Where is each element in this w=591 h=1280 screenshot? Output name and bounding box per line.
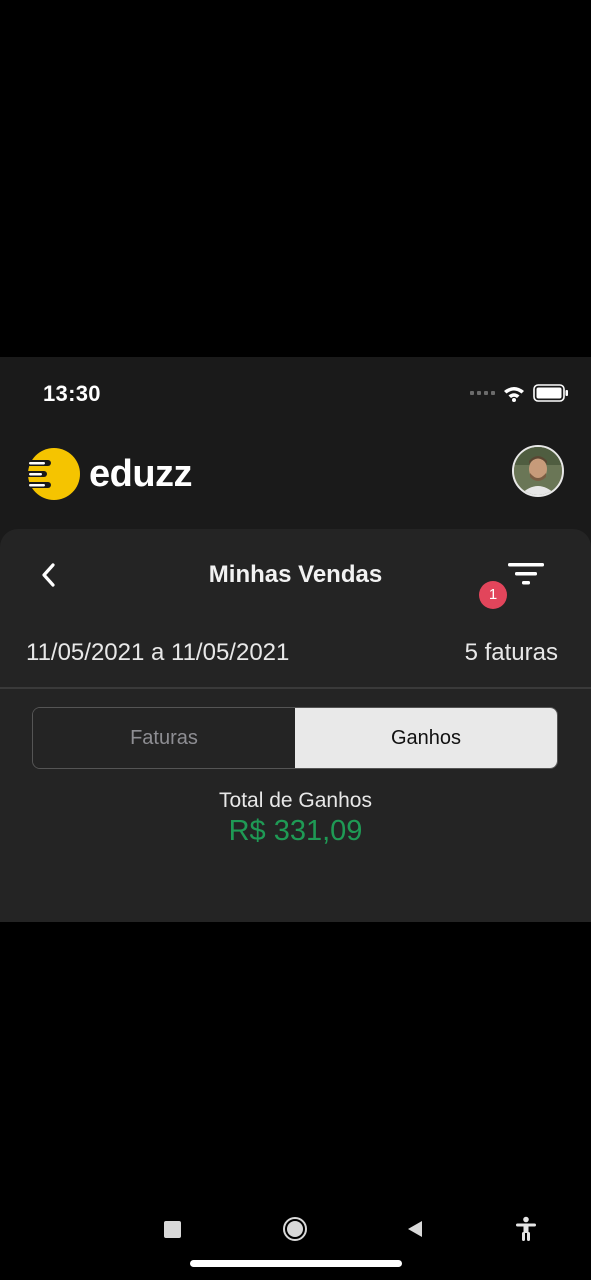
brand-logo[interactable]: eduzz bbox=[27, 447, 193, 501]
home-indicator[interactable] bbox=[190, 1260, 402, 1267]
sales-card: Minhas Vendas 1 11/05/2021 a 11/05/2021 … bbox=[0, 529, 591, 922]
tab-ganhos[interactable]: Ganhos bbox=[295, 708, 557, 768]
recent-apps-button[interactable] bbox=[164, 1221, 181, 1238]
back-nav-button[interactable] bbox=[405, 1219, 425, 1244]
date-range[interactable]: 11/05/2021 a 11/05/2021 bbox=[26, 639, 289, 667]
total-earnings-value: R$ 331,09 bbox=[228, 815, 363, 847]
home-icon bbox=[287, 1221, 303, 1237]
divider bbox=[0, 687, 591, 689]
tab-faturas[interactable]: Faturas bbox=[33, 708, 295, 768]
home-button[interactable] bbox=[283, 1217, 307, 1241]
filter-count-badge: 1 bbox=[479, 581, 507, 609]
segmented-control: Faturas Ganhos bbox=[32, 707, 558, 769]
status-time: 13:30 bbox=[43, 381, 101, 406]
filter-button[interactable] bbox=[504, 559, 548, 595]
wifi-icon bbox=[504, 386, 524, 402]
user-avatar-icon bbox=[514, 447, 562, 495]
avatar[interactable] bbox=[512, 445, 564, 497]
total-earnings-label: Total de Ganhos bbox=[219, 789, 372, 812]
status-icons bbox=[470, 383, 569, 403]
app-screen: 13:30 eduzz Minhas Vendas 1 11/05/2021 a… bbox=[0, 357, 591, 922]
battery-icon bbox=[533, 384, 568, 402]
triangle-back-icon bbox=[408, 1221, 422, 1237]
signal-icon bbox=[470, 391, 495, 395]
invoice-count: 5 faturas bbox=[464, 639, 558, 666]
accessibility-icon bbox=[516, 1216, 536, 1241]
accessibility-button[interactable] bbox=[515, 1216, 537, 1247]
page-header: Minhas Vendas 1 bbox=[0, 529, 591, 621]
brand-name: eduzz bbox=[89, 452, 193, 495]
summary-row: 11/05/2021 a 11/05/2021 5 faturas bbox=[0, 639, 591, 679]
app-header: eduzz bbox=[0, 429, 591, 529]
status-bar: 13:30 bbox=[0, 357, 591, 429]
eduzz-logo-icon bbox=[27, 448, 80, 500]
android-nav-bar bbox=[0, 1200, 591, 1280]
filter-icon bbox=[508, 563, 544, 585]
